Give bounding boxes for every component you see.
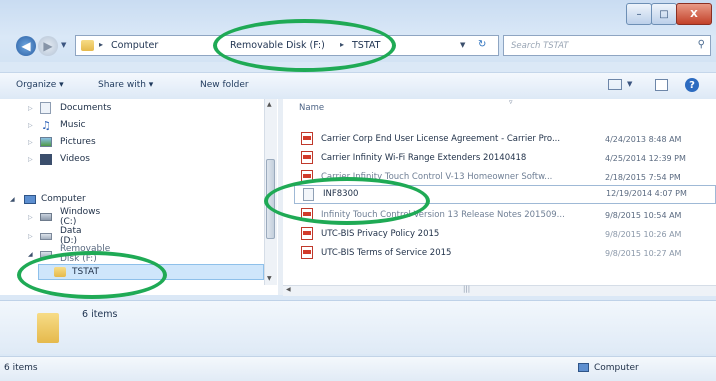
- preview-pane-icon[interactable]: [655, 79, 668, 91]
- pdf-file-icon: [301, 246, 313, 259]
- forward-arrow-icon: ▶: [43, 39, 53, 53]
- item-count: 6 items: [82, 309, 118, 320]
- status-location: Computer: [594, 363, 639, 373]
- folder-large-icon: [37, 313, 59, 343]
- search-icon: ⚲: [697, 39, 705, 50]
- pdf-file-icon: [301, 227, 313, 240]
- pdf-file-icon: [301, 151, 313, 164]
- close-button[interactable]: X: [676, 3, 712, 25]
- breadcrumb-computer[interactable]: Computer: [111, 40, 158, 51]
- details-pane: 6 items: [0, 300, 716, 354]
- command-bar: Organize ▾ Share with ▾ New folder ▼ ?: [0, 72, 716, 100]
- drive-icon: [40, 232, 52, 240]
- forward-button[interactable]: ▶: [38, 36, 58, 56]
- folder-icon: [81, 40, 94, 51]
- drive-icon: [40, 213, 52, 221]
- column-header-name[interactable]: Name: [299, 103, 324, 113]
- file-row[interactable]: UTC-BIS Privacy Policy 2015 9/8/2015 10:…: [301, 226, 711, 242]
- back-arrow-icon: ◀: [21, 39, 31, 53]
- file-row[interactable]: Carrier Corp End User License Agreement …: [301, 131, 711, 147]
- music-icon: ♫: [41, 118, 51, 132]
- new-folder-button[interactable]: New folder: [200, 80, 249, 90]
- organize-button[interactable]: Organize ▾: [16, 80, 64, 90]
- back-button[interactable]: ◀: [16, 36, 36, 56]
- recent-pages-dropdown[interactable]: ▼: [61, 41, 66, 49]
- file-highlight-circle: [264, 177, 430, 225]
- address-highlight-circle: [213, 19, 396, 72]
- view-dropdown-icon[interactable]: ▼: [627, 80, 632, 88]
- tstat-highlight-circle: [17, 251, 167, 299]
- help-icon[interactable]: ?: [685, 78, 699, 92]
- computer-icon: [578, 363, 589, 372]
- address-dropdown-icon[interactable]: ▼: [460, 41, 465, 49]
- file-row[interactable]: UTC-BIS Terms of Service 2015 9/8/2015 1…: [301, 245, 711, 261]
- videos-icon: [40, 153, 52, 165]
- refresh-icon[interactable]: ↻: [478, 39, 486, 50]
- status-item-count: 6 items: [4, 363, 38, 373]
- pdf-file-icon: [301, 132, 313, 145]
- scroll-grip-icon: |||: [463, 285, 471, 293]
- computer-icon: [24, 194, 36, 204]
- file-row[interactable]: Carrier Infinity Wi-Fi Range Extenders 2…: [301, 150, 711, 166]
- maximize-button[interactable]: □: [651, 3, 677, 25]
- documents-icon: [40, 102, 51, 114]
- sort-indicator-icon: ▿: [509, 98, 513, 106]
- status-bar: 6 items Computer: [0, 356, 716, 381]
- minimize-button[interactable]: –: [626, 3, 652, 25]
- share-with-button[interactable]: Share with ▾: [98, 80, 153, 90]
- view-options-icon[interactable]: [608, 79, 622, 90]
- search-input[interactable]: Search TSTAT ⚲: [503, 35, 711, 56]
- explorer-window: – □ X ◀ ▶ ▼ ▸ Computer Removable Disk (F…: [0, 0, 716, 381]
- content-horizontal-scrollbar[interactable]: ◀ |||: [283, 285, 716, 296]
- pictures-icon: [40, 137, 52, 147]
